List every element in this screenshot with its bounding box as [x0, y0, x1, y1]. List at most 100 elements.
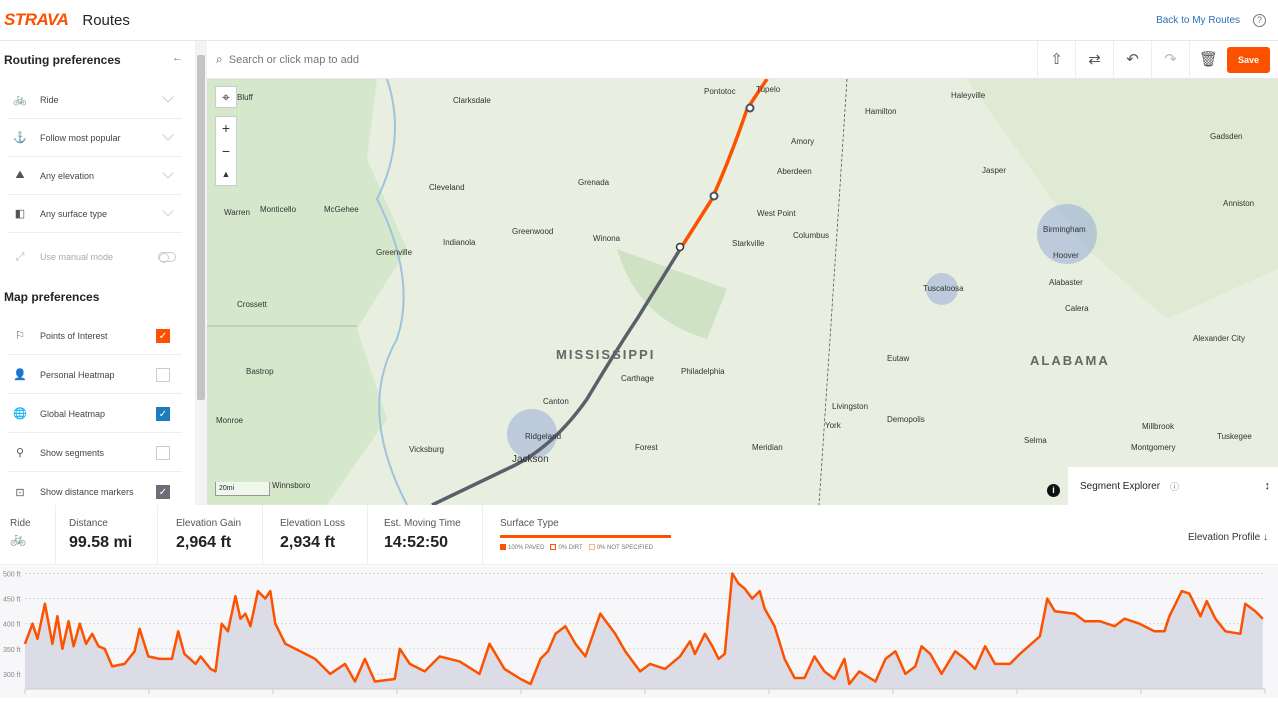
reverse-route-icon[interactable]: ⇄ — [1075, 41, 1113, 79]
routing-surface[interactable]: ◧ Any surface type — [8, 195, 182, 233]
routing-elevation[interactable]: ⛰ Any elevation — [8, 157, 182, 195]
city-label: Canton — [543, 397, 569, 406]
undo-icon[interactable]: ↶ — [1113, 41, 1151, 79]
scrollbar-thumb[interactable] — [197, 55, 205, 400]
surface-type: Surface Type 100% PAVED 0% DIRT 0% NOT SPE… — [500, 518, 671, 551]
city-label: Livingston — [832, 402, 869, 411]
city-label: Jasper — [982, 166, 1007, 175]
routing-ride[interactable]: 🚲 Ride — [8, 81, 182, 119]
surface-label: Surface Type — [500, 518, 559, 529]
city-label: West Point — [757, 209, 796, 218]
search-input[interactable]: Search or click map to add — [229, 54, 359, 66]
map-pref-global-heatmap[interactable]: 🌐 Global Heatmap ✓ — [8, 395, 182, 433]
info-icon[interactable]: i — [1047, 484, 1060, 497]
city-label: Birmingham — [1043, 225, 1086, 234]
page-title: Routes — [82, 11, 130, 29]
elevation-profile-toggle[interactable]: Elevation Profile ↓ — [1188, 532, 1268, 543]
stat-value: 14:52:50 — [384, 534, 449, 551]
zoom-controls: + − ▲ — [215, 116, 237, 186]
divider — [262, 505, 263, 565]
routing-label: Follow most popular — [40, 132, 121, 143]
redo-icon[interactable]: ↷ — [1151, 41, 1189, 79]
city-label: Bluff — [237, 93, 253, 102]
save-button[interactable]: Save — [1227, 47, 1270, 73]
stat-label: Elevation Gain — [176, 518, 242, 529]
city-label: Columbus — [793, 231, 830, 240]
routing-label: Any surface type — [40, 208, 108, 219]
legend-paved: 100% PAVED — [500, 544, 544, 551]
locate-button[interactable]: ⌖ — [215, 86, 237, 108]
location-pin-icon: ⚲ — [15, 447, 25, 459]
compass-button[interactable]: ▲ — [216, 163, 236, 186]
toolbar: ⌕ Search or click map to add ⇧ ⇄ ↶ ↷ 🗑 S… — [207, 41, 1278, 79]
city-label: Tupelo — [756, 85, 781, 94]
city-label: Forest — [635, 443, 658, 452]
map-pref-poi[interactable]: ⚐ Points of Interest ✓ — [8, 317, 182, 355]
city-label: Tuscaloosa — [923, 284, 964, 293]
elevation-chart[interactable]: 300 ft 350 ft 400 ft 450 ft 500 ft — [0, 566, 1278, 698]
distance-markers-checkbox[interactable]: ✓ — [156, 485, 170, 499]
segment-explorer-panel[interactable]: Segment Explorer ⓘ ↕ — [1068, 467, 1278, 505]
help-circle-icon[interactable]: ? — [1253, 14, 1266, 27]
person-icon: 👤 — [13, 369, 27, 381]
info-circle-icon[interactable]: ⓘ — [1170, 480, 1179, 493]
map-pref-segments[interactable]: ⚲ Show segments — [8, 434, 182, 472]
divider — [367, 505, 368, 565]
routing-label: Ride — [40, 94, 59, 105]
city-label: Crossett — [237, 300, 267, 309]
city-label: Winnsboro — [272, 481, 311, 490]
collapse-arrow-icon[interactable]: ← — [172, 52, 183, 64]
y-tick-label: 300 ft — [3, 672, 21, 679]
sidebar-scrollbar[interactable] — [195, 41, 207, 505]
zoom-in-button[interactable]: + — [216, 117, 236, 140]
city-label: Monticello — [260, 205, 297, 214]
routing-popularity[interactable]: ⚓ Follow most popular — [8, 119, 182, 157]
back-to-routes-link[interactable]: Back to My Routes — [1156, 15, 1240, 26]
map-pref-personal-heatmap[interactable]: 👤 Personal Heatmap — [8, 356, 182, 394]
chevron-down-icon — [162, 205, 174, 217]
stat-moving-time: Est. Moving Time 14:52:50 — [384, 518, 461, 552]
strava-logo[interactable]: STRAVA — [4, 10, 69, 30]
expand-icon[interactable]: ↕ — [1265, 480, 1271, 492]
chevron-down-icon — [162, 91, 174, 103]
trash-icon[interactable]: 🗑 — [1189, 41, 1227, 79]
personal-heatmap-checkbox[interactable] — [156, 367, 170, 382]
map[interactable]: MISSISSIPPI ALABAMA Bluff Clarksdale Pon… — [207, 79, 1278, 505]
upload-icon[interactable]: ⇧ — [1037, 41, 1075, 79]
city-label: Meridian — [752, 443, 783, 452]
map-canvas — [207, 79, 1278, 505]
stat-value: 99.58 mi — [69, 534, 133, 551]
city-label: Millbrook — [1142, 422, 1175, 431]
search-icon: ⌕ — [216, 52, 223, 66]
stat-label: Distance — [69, 518, 108, 529]
city-label: Cleveland — [429, 183, 465, 192]
city-label: Greenville — [376, 248, 413, 257]
bike-icon: 🚲 — [10, 531, 27, 546]
state-label: MISSISSIPPI — [556, 347, 656, 362]
manual-mode-row: ⤢ Use manual mode — [8, 238, 182, 276]
stat-elevation-gain: Elevation Gain 2,964 ft — [176, 518, 241, 552]
map-pref-label: Global Heatmap — [40, 408, 106, 419]
city-label: Greenwood — [512, 227, 554, 236]
map-preferences-title: Map preferences — [4, 290, 100, 304]
state-label: ALABAMA — [1030, 353, 1110, 368]
global-heatmap-checkbox[interactable]: ✓ — [156, 406, 170, 421]
y-tick-label: 500 ft — [3, 572, 21, 579]
zoom-out-button[interactable]: − — [216, 140, 236, 163]
city-label: Starkville — [732, 239, 765, 248]
map-pref-label: Personal Heatmap — [40, 369, 115, 380]
city-label: Demopolis — [887, 415, 925, 424]
city-label: Monroe — [216, 416, 244, 425]
chevron-down-icon — [162, 167, 174, 179]
segments-checkbox[interactable] — [156, 445, 170, 460]
city-label: Carthage — [621, 374, 654, 383]
segment-explorer-label: Segment Explorer — [1080, 480, 1161, 492]
divider — [482, 505, 483, 565]
city-label: Calera — [1065, 304, 1089, 313]
manual-mode-toggle[interactable] — [158, 252, 176, 263]
city-label: Ridgeland — [525, 432, 562, 441]
poi-checkbox[interactable]: ✓ — [156, 328, 170, 343]
city-label: Alabaster — [1049, 278, 1083, 287]
activity-label: Ride — [10, 518, 31, 529]
routing-preferences-title: Routing preferences — [4, 53, 121, 67]
